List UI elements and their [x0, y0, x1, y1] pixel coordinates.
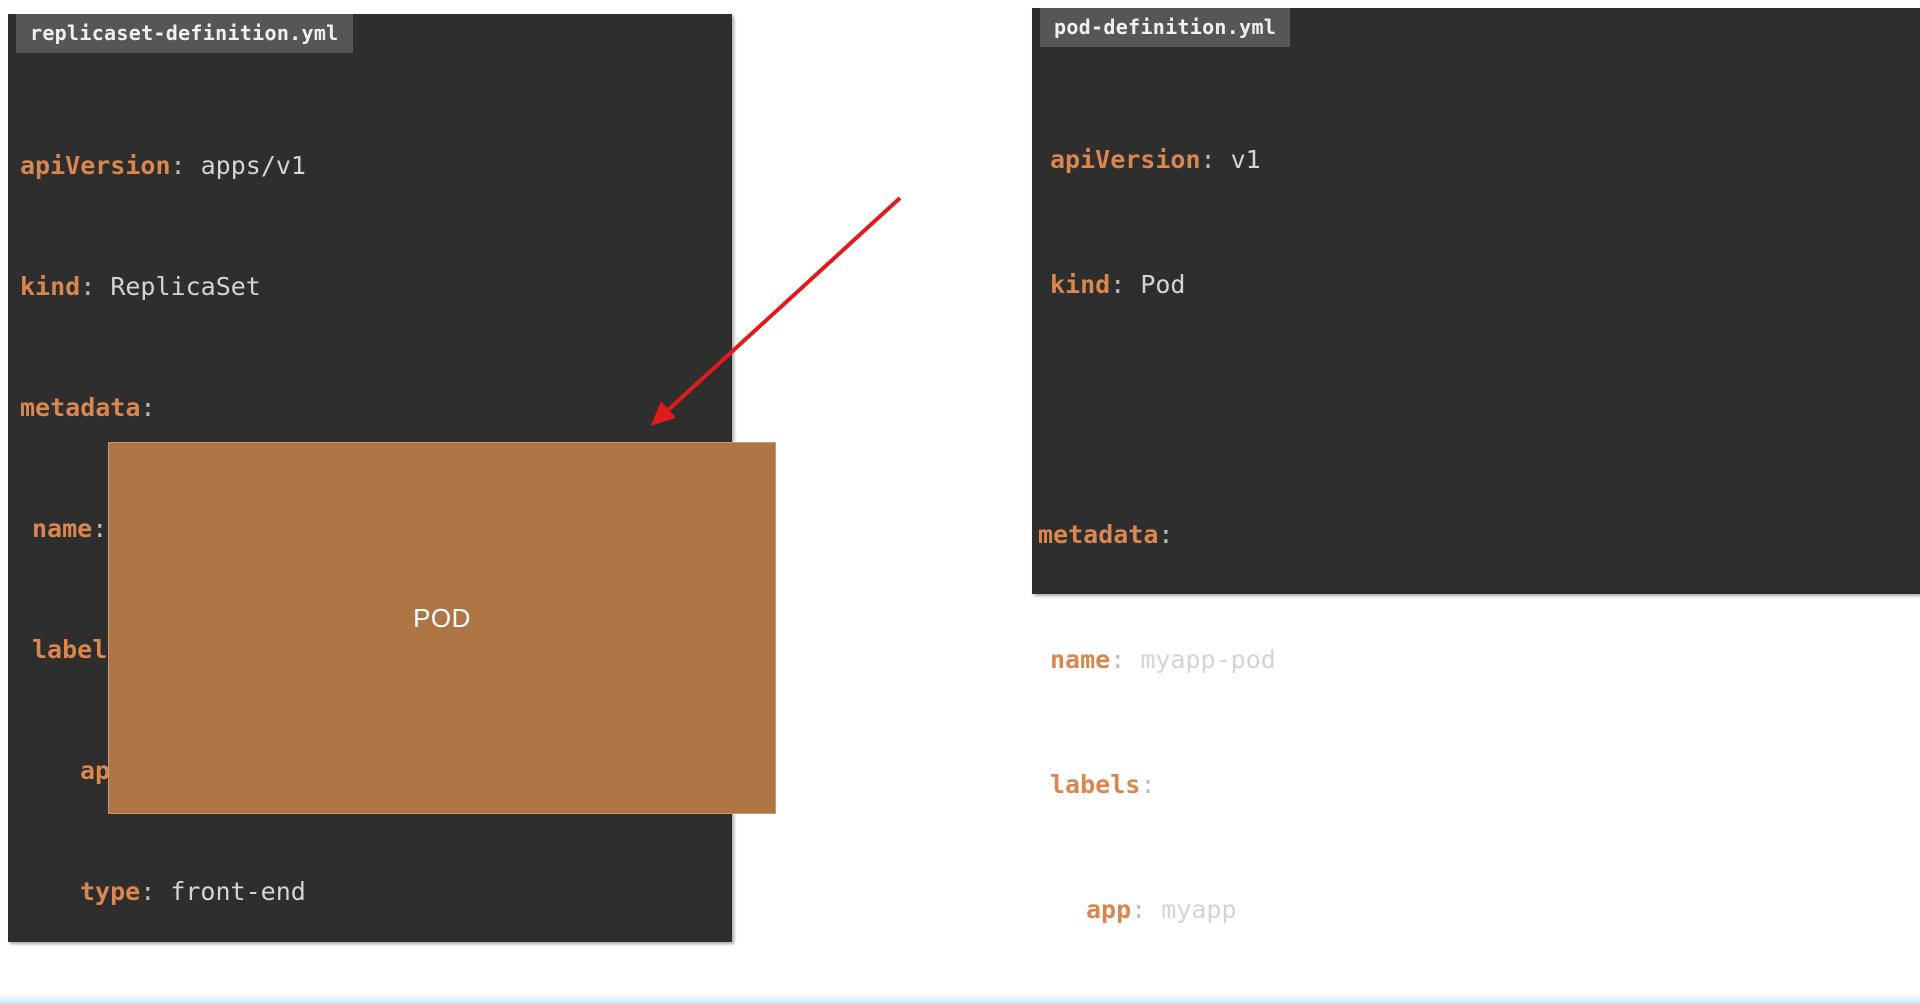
yaml-value: apps/v1 [185, 151, 306, 180]
yaml-colon: : [1140, 770, 1156, 799]
yaml-value: v1 [1215, 145, 1261, 174]
yaml-value: ReplicaSet [95, 272, 261, 301]
code-line: name: myapp-pod [1038, 647, 1920, 685]
yaml-colon: : [1131, 895, 1147, 924]
yaml-colon: : [1158, 520, 1174, 549]
yaml-key: apiVersion [1050, 145, 1201, 174]
yaml-key: name [1050, 645, 1111, 674]
pod-box-label: POD [413, 603, 471, 633]
yaml-colon: : [170, 151, 186, 180]
yaml-colon: : [140, 393, 156, 422]
pod-box[interactable]: POD [108, 442, 776, 814]
yaml-colon: : [92, 514, 108, 543]
yaml-value: myapp-pod [1125, 645, 1276, 674]
pod-definition-panel: pod-definition.yml apiVersion: v1 kind: … [1032, 8, 1920, 922]
code-line: kind: Pod [1038, 272, 1920, 310]
yaml-key: kind [20, 272, 81, 301]
replicaset-file-tab[interactable]: replicaset-definition.yml [16, 14, 353, 53]
code-line: metadata: [20, 395, 744, 429]
pod-code-body: apiVersion: v1 kind: Pod metadata: name:… [1032, 60, 1920, 1004]
code-line: apiVersion: apps/v1 [20, 153, 744, 187]
yaml-key: name [32, 514, 93, 543]
replicaset-definition-panel: replicaset-definition.yml apiVersion: ap… [8, 14, 776, 942]
code-line: metadata: [1038, 522, 1920, 560]
yaml-key: type [80, 877, 141, 906]
yaml-colon: : [1200, 145, 1216, 174]
code-line: kind: ReplicaSet [20, 274, 744, 308]
yaml-key: kind [1050, 270, 1111, 299]
yaml-value: myapp [1146, 895, 1237, 924]
code-line: labels: [1038, 772, 1920, 810]
yaml-colon: : [1110, 645, 1126, 674]
yaml-value: front-end [155, 877, 306, 906]
yaml-colon: : [80, 272, 96, 301]
yaml-colon: : [140, 877, 156, 906]
yaml-key: metadata [1038, 520, 1159, 549]
pod-file-tab[interactable]: pod-definition.yml [1040, 8, 1291, 47]
code-line: apiVersion: v1 [1038, 147, 1920, 185]
bottom-accent-bar [0, 994, 1920, 1004]
yaml-key: metadata [20, 393, 141, 422]
yaml-value: Pod [1125, 270, 1186, 299]
code-line: app: myapp [1038, 897, 1920, 935]
yaml-key: app [1086, 895, 1132, 924]
code-line: type: front-end [20, 879, 744, 913]
yaml-key: labels [1050, 770, 1141, 799]
yaml-colon: : [1110, 270, 1126, 299]
yaml-key: apiVersion [20, 151, 171, 180]
slide-canvas: replicaset-definition.yml apiVersion: ap… [0, 0, 1920, 1004]
